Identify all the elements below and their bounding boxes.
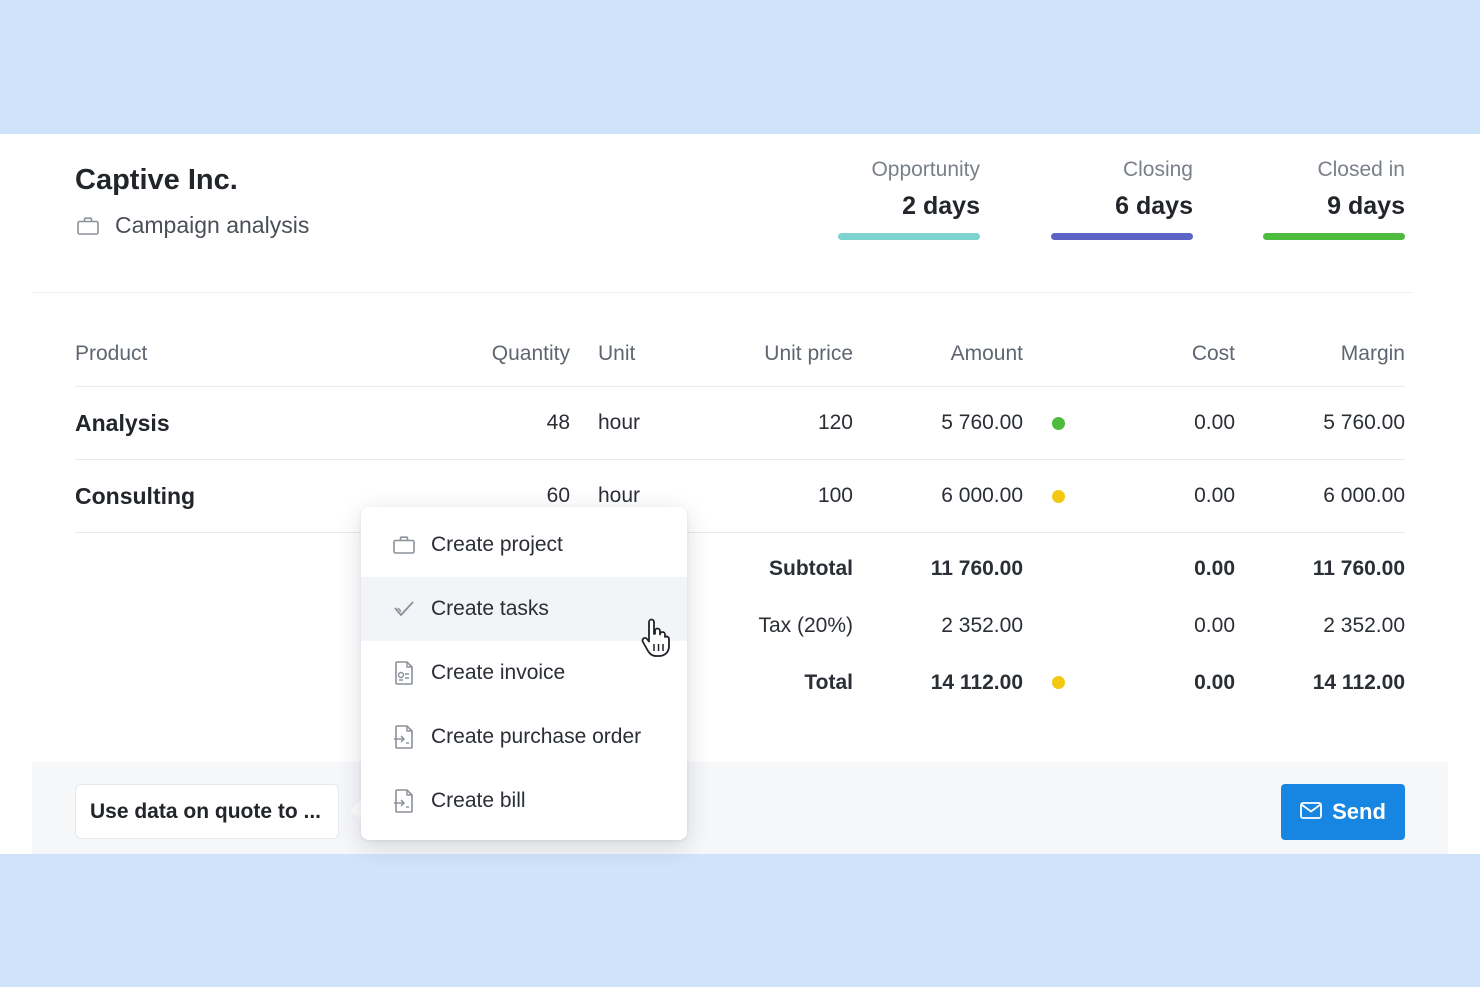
row-divider [75,532,1405,533]
stage-label: Opportunity [871,158,980,181]
hand-cursor-icon [640,618,670,663]
status-dot [1052,676,1065,689]
menu-item-label: Create purchase order [431,725,642,748]
column-header-quantity[interactable]: Quantity [420,342,570,366]
company-name: Captive Inc. [75,164,238,196]
stage-closing: Closing 6 days [1051,158,1193,240]
subtotal-cost: 0.00 [1194,557,1235,580]
stage-bar [1263,233,1405,240]
status-dot [1052,417,1065,430]
menu-item-label: Create project [431,533,563,556]
tax-cost: 0.00 [1194,614,1235,637]
stage-closed-in: Closed in 9 days [1263,158,1405,240]
subtotal-margin: 11 760.00 [1312,557,1405,580]
column-header-unit[interactable]: Unit [598,342,635,366]
stage-bar [1051,233,1193,240]
column-header-margin[interactable]: Margin [1270,342,1405,366]
unit-price-cell[interactable]: 100 [700,484,853,508]
product-name[interactable]: Consulting [75,483,195,510]
mail-icon [1300,799,1322,825]
project-name: Campaign analysis [115,212,310,238]
use-data-menu: Create project Create tasks Create invoi… [361,507,687,840]
subtotal-label: Subtotal [769,557,853,580]
menu-item-create-purchase-order[interactable]: Create purchase order [361,705,687,769]
tax-label: Tax (20%) [758,614,853,637]
status-dot [1052,490,1065,503]
cost-cell[interactable]: 0.00 [1100,411,1235,435]
column-header-product[interactable]: Product [75,342,147,366]
menu-item-label: Create invoice [431,661,566,684]
menu-item-create-project[interactable]: Create project [361,513,687,577]
unit-cell[interactable]: hour [598,484,640,508]
stage-value: 6 days [1115,192,1193,220]
check-icon [393,600,415,618]
project-line: Campaign analysis [77,212,309,239]
column-header-unit-price[interactable]: Unit price [700,342,853,366]
total-label: Total [804,671,853,694]
total-amount: 14 112.00 [930,671,1023,694]
menu-item-create-invoice[interactable]: Create invoice [361,641,687,705]
tax-amount: 2 352.00 [941,614,1023,637]
tax-margin: 2 352.00 [1323,614,1405,637]
quantity-cell[interactable]: 48 [420,411,570,435]
briefcase-icon [393,536,415,554]
menu-item-create-bill[interactable]: Create bill [361,769,687,833]
product-name[interactable]: Analysis [75,410,170,437]
stage-bar [838,233,980,240]
invoice-icon [393,661,415,685]
unit-price-cell[interactable]: 120 [700,411,853,435]
menu-item-label: Create tasks [431,597,549,620]
stage-opportunity: Opportunity 2 days [838,158,980,240]
quote-card: Captive Inc. Campaign analysis Opportuni… [0,134,1480,854]
row-divider [75,386,1405,387]
stage-label: Closed in [1317,158,1405,181]
margin-cell: 6 000.00 [1323,484,1405,507]
menu-item-label: Create bill [431,789,526,812]
quantity-cell[interactable]: 60 [420,484,570,508]
column-header-amount[interactable]: Amount [880,342,1023,366]
header-divider [32,292,1412,293]
stage-value: 2 days [902,192,980,220]
row-divider [75,459,1405,460]
amount-cell: 5 760.00 [941,411,1023,434]
total-margin: 14 112.00 [1312,671,1405,694]
amount-cell: 6 000.00 [941,484,1023,507]
margin-cell: 5 760.00 [1323,411,1405,434]
use-data-button[interactable]: Use data on quote to ... [75,784,339,839]
menu-item-create-tasks[interactable]: Create tasks [361,577,687,641]
total-cost: 0.00 [1194,671,1235,694]
stage-label: Closing [1122,158,1193,181]
send-button[interactable]: Send [1281,784,1405,840]
bill-icon [393,789,415,813]
subtotal-amount: 11 760.00 [930,557,1023,580]
unit-cell[interactable]: hour [598,411,640,435]
cost-cell[interactable]: 0.00 [1100,484,1235,508]
column-header-cost[interactable]: Cost [1100,342,1235,366]
purchase-order-icon [393,725,415,749]
stage-value: 9 days [1327,192,1405,220]
briefcase-icon [77,216,99,235]
send-label: Send [1332,799,1386,824]
